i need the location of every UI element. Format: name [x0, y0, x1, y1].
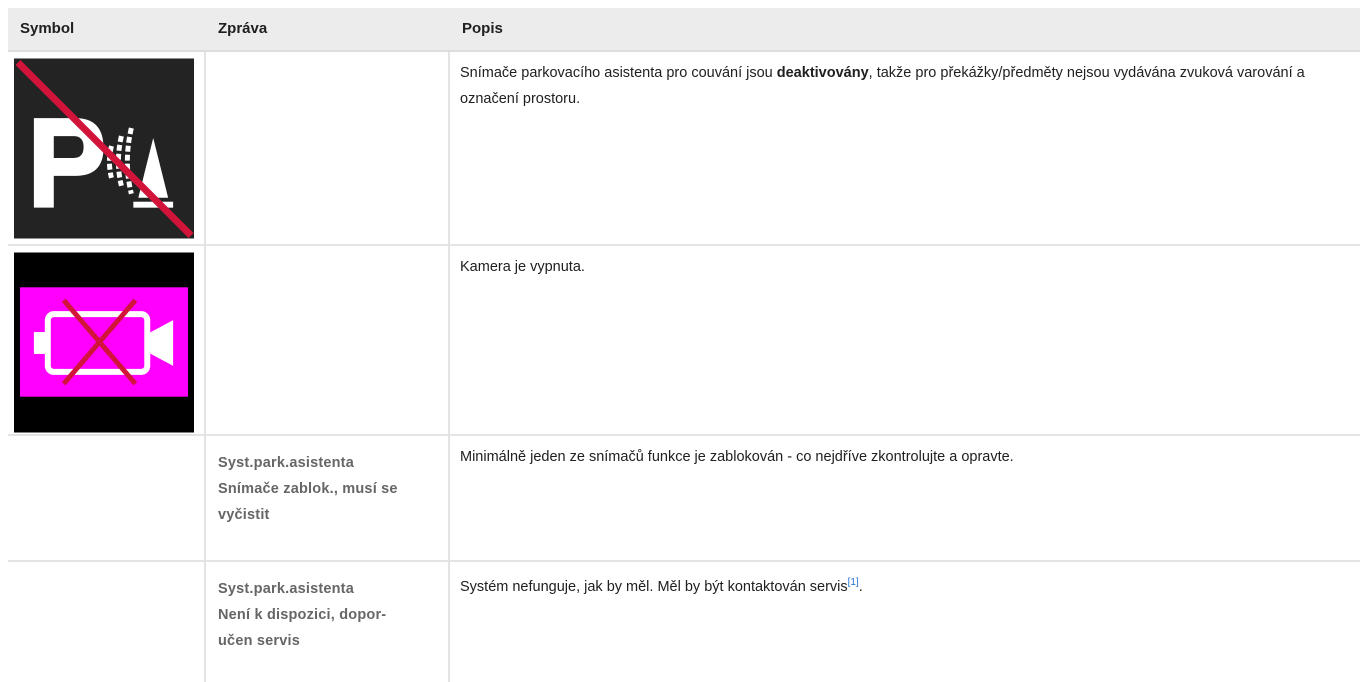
symbol-cell: [8, 246, 206, 434]
table-row: Syst.park.asistenta Snímače zablok., mus…: [8, 436, 1360, 562]
table-header: Symbol Zpráva Popis: [8, 8, 1360, 52]
symbol-cell: [8, 562, 206, 682]
header-description: Popis: [462, 20, 503, 37]
header-symbol: Symbol: [20, 20, 75, 37]
footnote-link[interactable]: [1]: [848, 577, 859, 588]
message-line: Syst.park.asistenta: [218, 581, 354, 597]
description-cell: Kamera je vypnuta.: [460, 259, 585, 275]
table-row: Syst.park.asistenta Není k dispozici, do…: [8, 562, 1360, 682]
footnote-ref[interactable]: [1]: [848, 577, 859, 588]
deactivated-emphasis: deaktivovány: [776, 65, 869, 81]
message-line: Snímače zablok., musí se: [218, 481, 398, 497]
message-cell: [206, 52, 450, 244]
message-line: Není k dispozici, dopor-: [218, 607, 387, 623]
message-cell: Syst.park.asistenta Není k dispozici, do…: [206, 562, 450, 682]
table-row: Kamera je vypnuta.: [8, 246, 1360, 436]
symbol-cell: [8, 436, 206, 560]
description-cell: Systém nefunguje, jak by měl. Měl by být…: [460, 577, 863, 595]
table-row: Snímače parkovacího asistenta pro couván…: [8, 52, 1360, 246]
message-line: vyčistit: [218, 507, 270, 523]
message-cell: Syst.park.asistenta Snímače zablok., mus…: [206, 436, 450, 560]
message-line: učen servis: [218, 633, 300, 649]
symbol-cell: [8, 52, 206, 244]
description-cell: Snímače parkovacího asistenta pro couván…: [460, 65, 1305, 107]
description-cell: Minimálně jeden ze snímačů funkce je zab…: [460, 449, 1014, 465]
camera-off-icon: [14, 252, 194, 433]
message-line: Syst.park.asistenta: [218, 455, 354, 471]
message-cell: [206, 246, 450, 434]
info-table: Symbol Zpráva Popis Snímače parkovacího …: [8, 8, 1360, 682]
header-message: Zpráva: [218, 20, 268, 37]
park-assist-sensors-off-icon: [14, 58, 194, 239]
